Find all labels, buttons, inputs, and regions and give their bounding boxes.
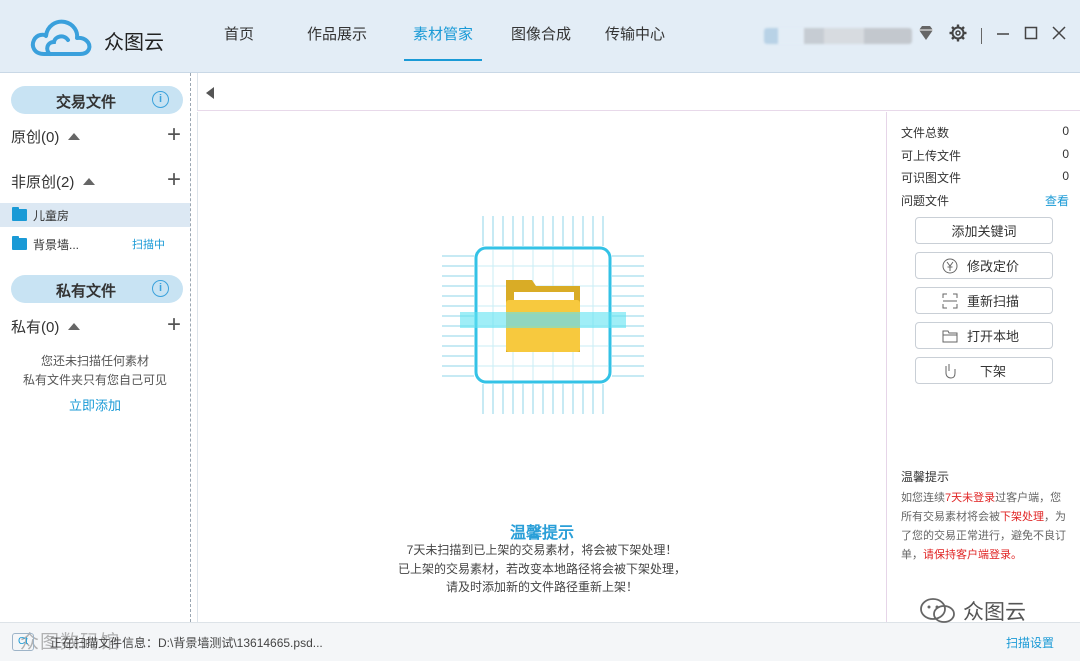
- tip-highlight: 下架处理: [1000, 511, 1044, 523]
- stat-recognizable-files: 可识图文件 0: [901, 169, 1069, 187]
- window-controls: [917, 24, 1066, 47]
- group-original[interactable]: 原创(0) +: [11, 123, 181, 147]
- rescan-button[interactable]: 重新扫描: [915, 287, 1053, 314]
- add-keyword-button[interactable]: 添加关键词: [915, 217, 1053, 244]
- tip-highlight: 请保持客户端登录。: [923, 549, 1022, 561]
- main-nav: 首页 作品展示 素材管家 图像合成 传输中心: [200, 0, 677, 73]
- empty-message-1: 您还未扫描任何素材: [40, 354, 149, 368]
- scanning-status: 扫描中: [132, 239, 165, 251]
- folder-item[interactable]: 背景墙... 扫描中: [0, 232, 190, 256]
- stat-problem-files: 问题文件 查看: [901, 192, 1069, 210]
- user-info-blurred[interactable]: [764, 28, 912, 44]
- main-tip-line: 7天未扫描到已上架的交易素材，将会被下架处理！: [406, 543, 678, 557]
- status-text: 正在扫描文件信息：D:\背景墙测试\13614665.psd...: [50, 636, 323, 650]
- right-tip-title: 温馨提示: [901, 470, 950, 484]
- group-original-label: 原创(0): [11, 128, 60, 146]
- group-non-original-label: 非原创(2): [11, 173, 75, 191]
- status-badge: Ct: [12, 633, 34, 651]
- nav-transfer[interactable]: 传输中心: [593, 0, 677, 73]
- main-tip-text: 7天未扫描到已上架的交易素材，将会被下架处理！ 已上架的交易素材，若改变本地路径…: [198, 541, 886, 597]
- tip-highlight: 7天未登录: [945, 492, 996, 504]
- controls-divider: [981, 27, 982, 44]
- stat-label: 问题文件: [901, 194, 950, 208]
- tip-text: 如您连续: [901, 492, 945, 504]
- cloud-logo-icon: [30, 19, 92, 56]
- right-tip-text: 如您连续7天未登录过客户端，您所有交易素材将会被下架处理，为了您的交易正常进行，…: [901, 489, 1071, 565]
- app-header: 众图云 首页 作品展示 素材管家 图像合成 传输中心: [0, 0, 1080, 73]
- scan-icon: [942, 293, 958, 309]
- stat-value: 0: [1062, 124, 1069, 138]
- maximize-icon[interactable]: [1024, 26, 1038, 45]
- add-folder-icon[interactable]: +: [167, 123, 181, 147]
- wechat-logo-icon: [920, 598, 955, 623]
- private-files-title: 私有文件: [55, 283, 116, 300]
- caret-up-icon[interactable]: [68, 132, 81, 140]
- add-keyword-label: 添加关键词: [951, 224, 1017, 239]
- group-non-original[interactable]: 非原创(2) +: [11, 168, 181, 192]
- folder-icon: [12, 207, 27, 221]
- group-private[interactable]: 私有(0) +: [11, 313, 181, 337]
- folder-name: 儿童房: [33, 208, 70, 223]
- rescan-label: 重新扫描: [966, 294, 1019, 309]
- nav-works[interactable]: 作品展示: [288, 0, 386, 73]
- add-folder-icon[interactable]: +: [167, 313, 181, 337]
- stat-value: 0: [1062, 147, 1069, 161]
- info-icon[interactable]: i: [152, 280, 169, 297]
- empty-message-2: 私有文件夹只有您自己可见: [22, 373, 167, 387]
- close-icon[interactable]: [1052, 26, 1066, 45]
- sidebar: 交易文件 i 原创(0) + 非原创(2) + 儿童房 背景墙... 扫描中 私…: [0, 73, 191, 622]
- info-icon[interactable]: i: [152, 91, 169, 108]
- edit-price-label: 修改定价: [966, 259, 1019, 274]
- stat-label: 可上传文件: [901, 149, 962, 163]
- stat-uploadable-files: 可上传文件 0: [901, 147, 1069, 165]
- view-problem-files-link[interactable]: 查看: [1045, 192, 1069, 209]
- folder-name: 背景墙...: [33, 237, 80, 252]
- content-toolbar: [197, 73, 1080, 111]
- app-name: 众图云: [104, 32, 164, 54]
- edit-price-button[interactable]: 修改定价: [915, 252, 1053, 279]
- status-bar: 众图数码馆 Ct 正在扫描文件信息：D:\背景墙测试\13614665.psd.…: [0, 622, 1080, 661]
- main-tip-title: 温馨提示: [509, 525, 574, 542]
- diamond-icon[interactable]: [917, 25, 935, 46]
- open-local-button[interactable]: 打开本地: [915, 322, 1053, 349]
- main-content: 温馨提示 7天未扫描到已上架的交易素材，将会被下架处理！ 已上架的交易素材，若改…: [197, 112, 885, 622]
- stat-total-files: 文件总数 0: [901, 124, 1069, 142]
- add-folder-icon[interactable]: +: [167, 168, 181, 192]
- gear-icon[interactable]: [949, 24, 967, 47]
- main-tip-line: 请及时添加新的文件路径重新上架！: [445, 580, 638, 594]
- main-tip-line: 已上架的交易素材，若改变本地路径将会被下架处理，: [397, 561, 686, 576]
- collapse-arrow-icon[interactable]: [206, 87, 214, 99]
- stat-label: 文件总数: [901, 126, 950, 140]
- nav-assets[interactable]: 素材管家: [404, 0, 482, 73]
- trade-files-header[interactable]: 交易文件 i: [11, 86, 183, 114]
- nav-home[interactable]: 首页: [200, 0, 278, 73]
- scan-settings-link[interactable]: 扫描设置: [1006, 634, 1054, 651]
- trade-files-title: 交易文件: [55, 94, 116, 111]
- stat-value: 0: [1062, 169, 1069, 183]
- open-local-label: 打开本地: [966, 329, 1019, 344]
- unlist-label: 下架: [979, 364, 1006, 379]
- unlist-button[interactable]: 下架: [915, 357, 1053, 384]
- yen-icon: [942, 258, 958, 274]
- folder-icon: [942, 330, 958, 343]
- private-files-header[interactable]: 私有文件 i: [11, 275, 183, 303]
- scanner-chip-illustration: [442, 216, 644, 414]
- nav-compose[interactable]: 图像合成: [499, 0, 583, 73]
- group-private-label: 私有(0): [11, 318, 60, 336]
- minimize-icon[interactable]: [996, 26, 1010, 45]
- right-panel: 文件总数 0 可上传文件 0 可识图文件 0 问题文件 查看 添加关键词 修改定…: [886, 112, 1080, 622]
- folder-item[interactable]: 儿童房: [0, 203, 190, 227]
- caret-up-icon[interactable]: [83, 177, 96, 185]
- hand-icon: [945, 364, 956, 379]
- watermark-right-text: 众图云: [963, 601, 1026, 624]
- stat-label: 可识图文件: [901, 171, 962, 185]
- add-now-link[interactable]: 立即添加: [0, 395, 190, 414]
- folder-icon: [12, 236, 27, 250]
- watermark-right: 众图云: [919, 596, 1026, 626]
- caret-up-icon[interactable]: [68, 322, 81, 330]
